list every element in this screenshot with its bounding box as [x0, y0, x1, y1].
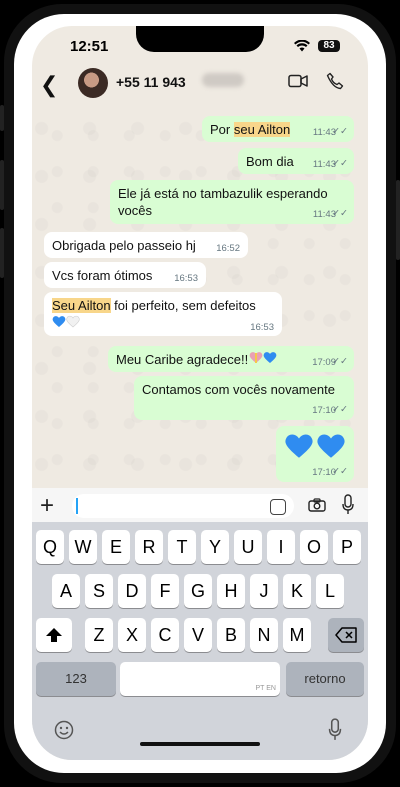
blue-heart-icon — [52, 316, 66, 327]
plus-icon[interactable]: + — [40, 492, 54, 520]
message-text: Por — [210, 122, 234, 137]
key-i[interactable]: I — [267, 530, 295, 564]
blue-heart-icon — [263, 352, 277, 363]
status-time: 12:51 — [70, 38, 109, 55]
back-icon[interactable]: ❮ — [40, 72, 58, 98]
read-receipt-icon: ✓✓ — [332, 356, 348, 367]
contact-name[interactable]: +55 11 943 — [116, 74, 186, 90]
key-d[interactable]: D — [118, 574, 146, 608]
key-f[interactable]: F — [151, 574, 179, 608]
wifi-icon — [294, 40, 310, 52]
message-bubble[interactable]: Obrigada pelo passeio hj 16:52 — [44, 232, 248, 258]
phone-call-icon[interactable] — [326, 72, 344, 90]
message-bubble[interactable]: Por seu Ailton 11:43 ✓✓ — [202, 116, 354, 142]
key-o[interactable]: O — [300, 530, 328, 564]
message-text: Obrigada pelo passeio hj — [52, 238, 196, 253]
shift-key[interactable] — [36, 618, 72, 652]
white-heart-icon — [66, 315, 80, 328]
dictation-microphone-icon[interactable] — [328, 718, 342, 742]
message-text: Bom dia — [246, 154, 294, 169]
key-u[interactable]: U — [234, 530, 262, 564]
key-p[interactable]: P — [333, 530, 361, 564]
heart-emojis — [52, 315, 274, 332]
keyboard-bottom-bar — [32, 712, 368, 760]
key-n[interactable]: N — [250, 618, 278, 652]
keyboard: Q W E R T Y U I O P A S D F G H J K L Z … — [32, 522, 368, 760]
side-button — [0, 160, 4, 210]
key-r[interactable]: R — [135, 530, 163, 564]
read-receipt-icon: ✓✓ — [332, 158, 348, 169]
side-button — [0, 105, 4, 131]
highlighted-text: seu Ailton — [233, 122, 291, 137]
message-text: Ele já está no tambazulik esperando você… — [118, 186, 328, 218]
key-b[interactable]: B — [217, 618, 245, 652]
key-z[interactable]: Z — [85, 618, 113, 652]
message-time: 16:52 — [216, 243, 240, 254]
blue-heart-icon — [317, 434, 345, 458]
message-input[interactable] — [72, 494, 294, 518]
key-t[interactable]: T — [168, 530, 196, 564]
key-y[interactable]: Y — [201, 530, 229, 564]
message-bubble[interactable]: Contamos com vocês novamente 17:10 ✓✓ — [134, 376, 354, 420]
video-call-icon[interactable] — [288, 74, 308, 88]
return-key[interactable]: retorno — [286, 662, 364, 696]
key-x[interactable]: X — [118, 618, 146, 652]
key-v[interactable]: V — [184, 618, 212, 652]
screen: 12:51 83 ❮ +55 11 943 Por seu Ailton 11:… — [32, 26, 368, 760]
text-cursor — [76, 498, 78, 514]
space-key[interactable]: PT EN — [120, 662, 280, 696]
microphone-icon[interactable] — [342, 494, 354, 516]
key-q[interactable]: Q — [36, 530, 64, 564]
message-text: foi perfeito, sem defeitos — [110, 298, 256, 313]
read-receipt-icon: ✓✓ — [332, 208, 348, 219]
notch — [136, 26, 264, 52]
sticker-icon[interactable] — [270, 499, 286, 515]
key-s[interactable]: S — [85, 574, 113, 608]
message-time: 16:53 — [174, 273, 198, 284]
key-m[interactable]: M — [283, 618, 311, 652]
chat-header: ❮ +55 11 943 — [32, 64, 368, 114]
space-language-label: PT EN — [255, 685, 277, 692]
emoji-icon[interactable] — [54, 720, 74, 740]
key-a[interactable]: A — [52, 574, 80, 608]
message-bubble[interactable]: Vcs foram ótimos 16:53 — [44, 262, 206, 288]
message-text: Contamos com vocês novamente — [142, 382, 335, 397]
numbers-key[interactable]: 123 — [36, 662, 116, 696]
read-receipt-icon: ✓✓ — [332, 126, 348, 137]
message-text: Vcs foram ótimos — [52, 268, 153, 283]
redacted-number — [202, 73, 244, 87]
key-k[interactable]: K — [283, 574, 311, 608]
avatar[interactable] — [78, 68, 108, 98]
key-e[interactable]: E — [102, 530, 130, 564]
gift-heart-icon — [249, 352, 263, 363]
camera-icon[interactable] — [308, 498, 326, 512]
message-bubble[interactable]: Bom dia 11:43 ✓✓ — [238, 148, 354, 174]
message-bubble[interactable]: Ele já está no tambazulik esperando você… — [110, 180, 354, 224]
battery-indicator: 83 — [318, 40, 340, 52]
read-receipt-icon: ✓✓ — [332, 466, 348, 477]
home-indicator — [140, 742, 260, 746]
message-list: Por seu Ailton 11:43 ✓✓ Bom dia 11:43 ✓✓… — [32, 114, 368, 488]
message-composer: + — [32, 488, 368, 526]
message-bubble[interactable]: Seu Ailton foi perfeito, sem defeitos 16… — [44, 292, 282, 336]
key-j[interactable]: J — [250, 574, 278, 608]
key-h[interactable]: H — [217, 574, 245, 608]
key-g[interactable]: G — [184, 574, 212, 608]
backspace-key[interactable] — [328, 618, 364, 652]
blue-heart-icon — [285, 434, 313, 458]
backspace-icon — [335, 627, 357, 643]
read-receipt-icon: ✓✓ — [332, 404, 348, 415]
emoji-message-bubble[interactable]: 17:10 ✓✓ — [276, 426, 354, 482]
key-c[interactable]: C — [151, 618, 179, 652]
message-text: Meu Caribe agradece!! — [116, 352, 249, 367]
key-w[interactable]: W — [69, 530, 97, 564]
highlighted-text: Seu Ailton — [52, 298, 111, 313]
side-button — [0, 228, 4, 278]
message-time: 16:53 — [250, 322, 274, 333]
shift-icon — [46, 628, 62, 642]
message-bubble[interactable]: Meu Caribe agradece!! 17:09 ✓✓ — [108, 346, 354, 372]
side-button — [396, 180, 400, 260]
key-l[interactable]: L — [316, 574, 344, 608]
